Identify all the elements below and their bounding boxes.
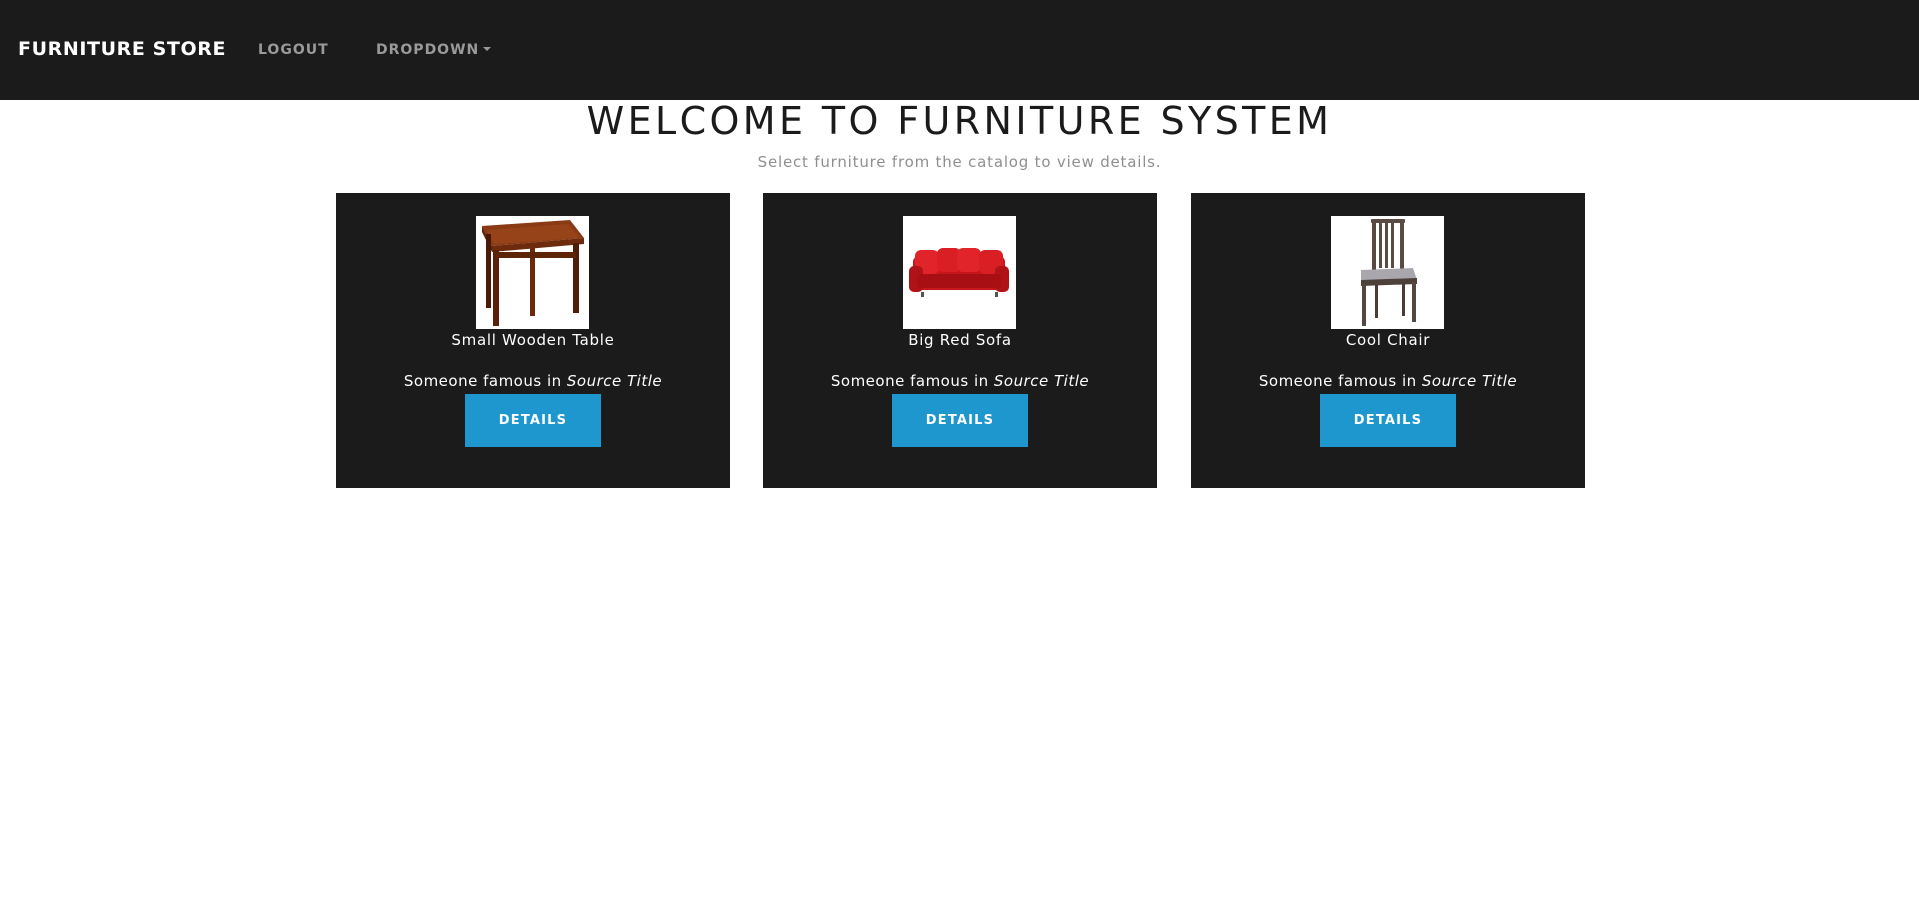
nav-logout-link[interactable]: LOGOUT xyxy=(258,41,329,59)
product-name: Cool Chair xyxy=(1345,331,1431,349)
product-card-small-wooden-table: Small Wooden Table Someone famous in Sou… xyxy=(336,193,730,488)
navbar: FURNITURE STORE LOGOUT DROPDOWN xyxy=(0,0,1919,100)
chair-image xyxy=(1331,216,1444,329)
product-name: Big Red Sofa xyxy=(908,331,1012,349)
product-card-cool-chair: Cool Chair Someone famous in Source Titl… xyxy=(1191,193,1585,488)
product-quote: Someone famous in Source Title xyxy=(336,370,730,392)
caret-down-icon xyxy=(483,47,492,51)
quote-text: Someone famous in xyxy=(830,372,994,390)
product-name: Small Wooden Table xyxy=(451,331,615,349)
quote-source: Source Title xyxy=(993,372,1090,390)
product-quote: Someone famous in Source Title xyxy=(763,370,1157,392)
wooden-table-image xyxy=(476,216,589,329)
product-card-big-red-sofa: Big Red Sofa Someone famous in Source Ti… xyxy=(763,193,1157,488)
quote-source: Source Title xyxy=(1421,372,1518,390)
nav-dropdown-toggle[interactable]: DROPDOWN xyxy=(376,41,492,59)
brand-link[interactable]: FURNITURE STORE xyxy=(18,37,226,61)
page-subtitle: Select furniture from the catalog to vie… xyxy=(757,153,1162,171)
nav-dropdown-label: DROPDOWN xyxy=(376,42,480,58)
quote-source: Source Title xyxy=(566,372,663,390)
product-quote: Someone famous in Source Title xyxy=(1191,370,1585,392)
quote-text: Someone famous in xyxy=(1258,372,1422,390)
quote-text: Someone famous in xyxy=(403,372,567,390)
page-title: WELCOME TO FURNITURE SYSTEM xyxy=(586,99,1333,143)
details-button[interactable]: DETAILS xyxy=(465,394,601,447)
details-button[interactable]: DETAILS xyxy=(1320,394,1456,447)
red-sofa-image xyxy=(903,216,1016,329)
details-button[interactable]: DETAILS xyxy=(892,394,1028,447)
